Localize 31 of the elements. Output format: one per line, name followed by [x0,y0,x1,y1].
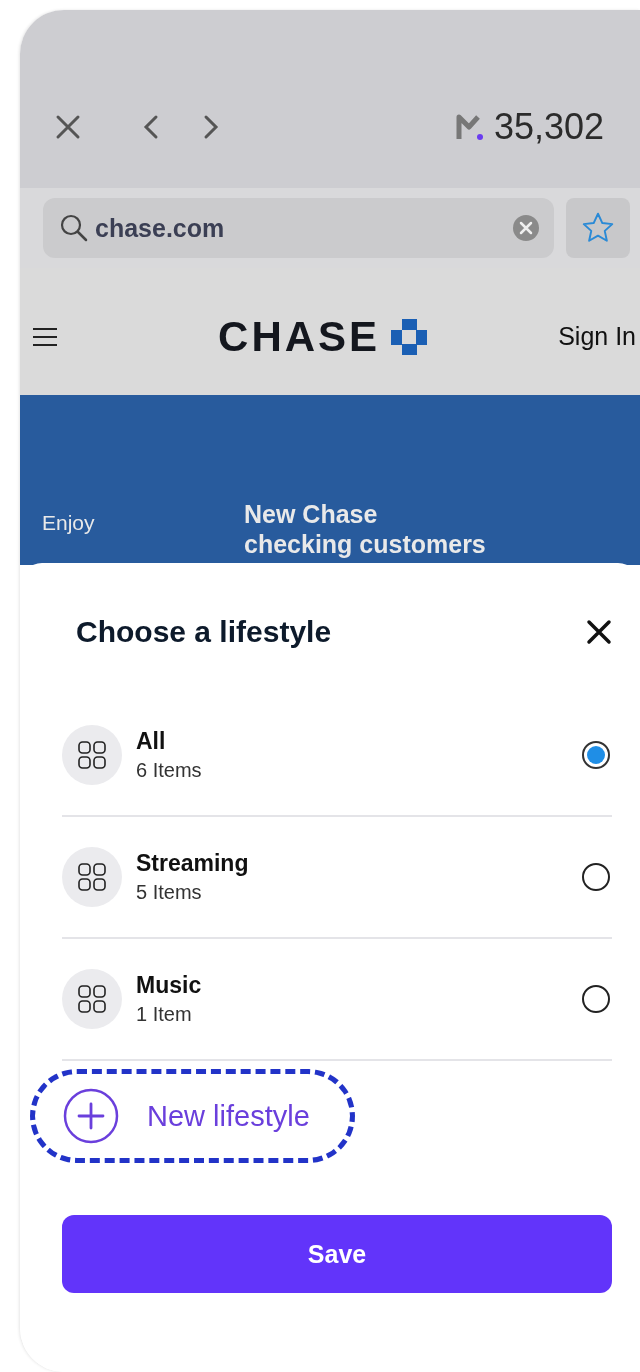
chase-logo-text[interactable]: CHASE [218,312,381,361]
menu-icon[interactable] [32,326,58,347]
new-lifestyle-button[interactable]: New lifestyle [30,1069,355,1163]
sign-in-link[interactable]: Sign In [558,322,636,351]
address-field[interactable]: chase.com [43,198,554,258]
forward-icon[interactable] [203,114,219,140]
save-button[interactable]: Save [62,1215,612,1293]
lifestyle-option[interactable]: Streaming 5 Items [62,817,612,939]
address-text: chase.com [95,213,225,243]
option-count: 6 Items [136,759,203,782]
option-count: 1 Item [136,1003,193,1026]
option-count: 5 Items [136,881,203,904]
plus-circle-icon [63,1088,119,1144]
search-icon [59,213,89,243]
back-icon[interactable] [143,114,159,140]
option-name: All [136,728,167,755]
option-name: Music [136,972,203,999]
promo-headline: New Chase [244,499,379,529]
points-logo-icon [455,113,486,141]
radio-button[interactable] [582,863,610,891]
radio-button[interactable] [582,741,610,769]
radio-button[interactable] [582,985,610,1013]
lifestyle-option[interactable]: Music 1 Item [62,939,612,1061]
clear-icon[interactable] [512,214,540,242]
points-balance: 35,302 [493,106,604,148]
promo-subline: checking customers [244,529,486,559]
option-name: Streaming [136,850,250,877]
lifestyle-option[interactable]: All 6 Items [62,695,612,817]
promo-kicker: Enjoy [42,511,96,535]
close-icon[interactable] [586,619,612,645]
sheet-title: Choose a lifestyle [76,615,332,649]
